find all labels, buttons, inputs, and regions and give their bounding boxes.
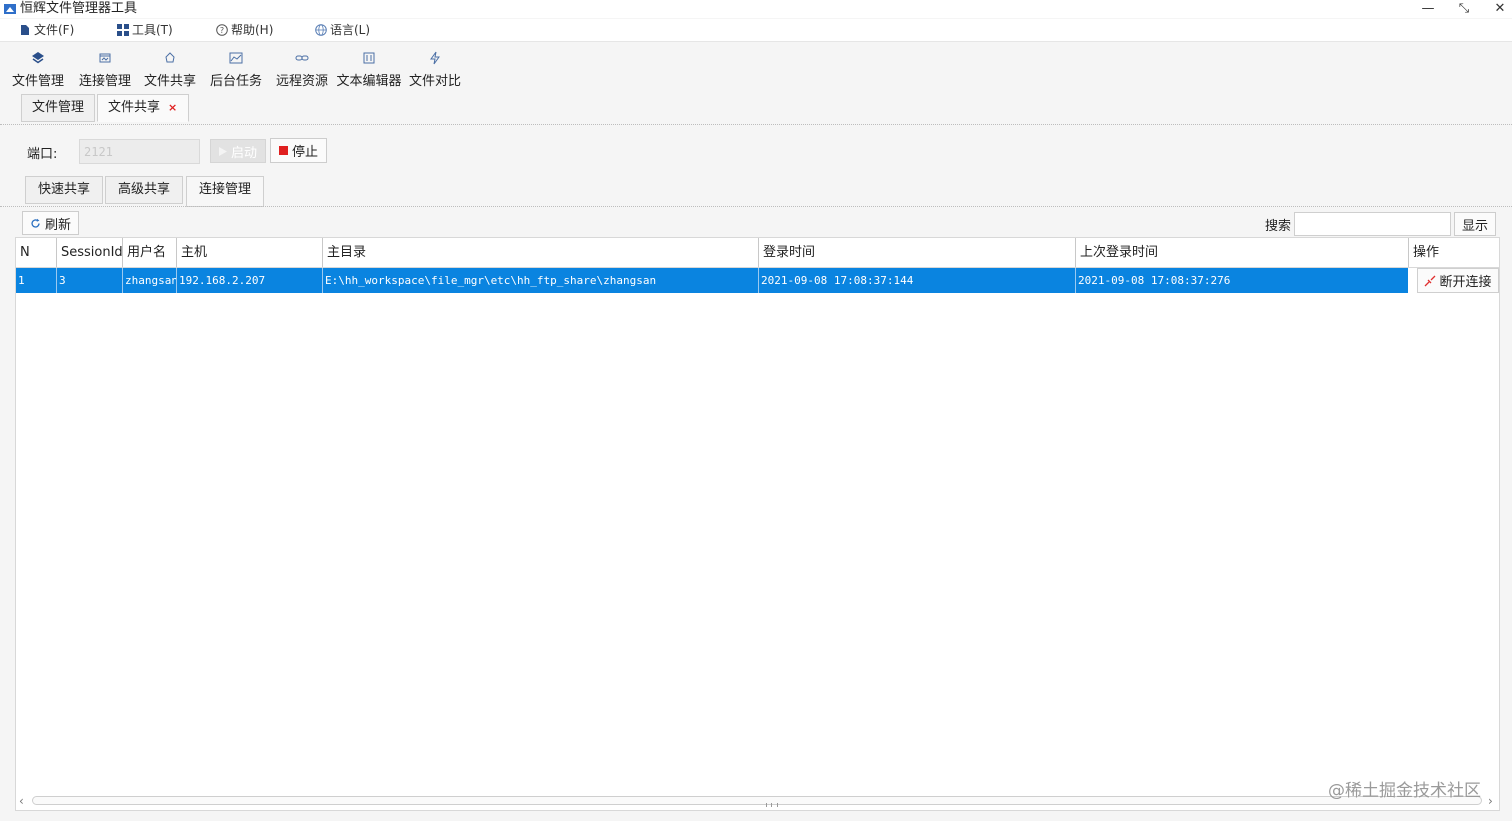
tool-file-share[interactable]: 文件共享: [143, 50, 197, 94]
column-header-host[interactable]: 主机: [176, 238, 322, 267]
tab-connection-manager[interactable]: 连接管理: [186, 176, 264, 207]
play-icon: [218, 146, 227, 156]
column-header-n[interactable]: N: [16, 238, 56, 267]
menu-file-label: 文件(F): [34, 23, 75, 37]
column-header-action[interactable]: 操作: [1408, 238, 1499, 267]
stop-icon: [278, 146, 288, 155]
restore-button[interactable]: ⤡: [1450, 0, 1478, 18]
help-icon: ?: [216, 24, 228, 36]
tool-file-manager[interactable]: 文件管理: [11, 50, 65, 94]
menu-language[interactable]: 语言(L): [315, 19, 370, 41]
chart-icon: [229, 52, 243, 64]
search-input[interactable]: [1294, 212, 1451, 236]
link-icon: [295, 55, 309, 61]
tab-advanced-share-label: 高级共享: [117, 182, 170, 197]
column-header-login-time[interactable]: 登录时间: [758, 238, 1075, 267]
scrollbar-grip-icon[interactable]: [766, 803, 778, 807]
refresh-button[interactable]: 刷新: [22, 211, 79, 235]
cell-last-login-time: 2021-09-08 17:08:37:276: [1075, 268, 1408, 293]
stop-button[interactable]: 停止: [270, 138, 327, 163]
tab-file-share[interactable]: 文件共享 ×: [97, 94, 189, 122]
disconnect-button-label: 断开连接: [1439, 275, 1492, 290]
tool-connection-manager[interactable]: 连接管理: [78, 50, 132, 94]
show-button-label: 显示: [1461, 218, 1488, 234]
start-button-label: 启动: [230, 145, 257, 161]
tool-file-compare-label: 文件对比: [408, 74, 461, 89]
tab-file-manager-label: 文件管理: [32, 100, 85, 115]
column-header-username[interactable]: 用户名: [122, 238, 176, 267]
globe-icon: [315, 24, 327, 36]
tab-file-manager[interactable]: 文件管理: [21, 94, 95, 122]
cell-n: 1: [18, 274, 25, 287]
svg-text:?: ?: [220, 26, 224, 35]
sessions-table: N SessionId 用户名 主机 主目录 登录时间 上次登录时间 操作 1 …: [15, 237, 1500, 811]
table-header: N SessionId 用户名 主机 主目录 登录时间 上次登录时间 操作: [16, 238, 1499, 268]
disconnect-icon: [1425, 275, 1436, 286]
cell-username: zhangsan: [122, 268, 176, 293]
column-header-home-dir[interactable]: 主目录: [322, 238, 758, 267]
tab-quick-share[interactable]: 快速共享: [25, 176, 103, 204]
tool-remote-resources[interactable]: 远程资源: [275, 50, 329, 94]
title-bar: 恒辉文件管理器工具 — ⤡ ✕: [0, 0, 1512, 18]
scroll-right-icon[interactable]: ›: [1488, 792, 1493, 810]
tool-file-compare[interactable]: 文件对比: [408, 50, 462, 94]
tool-remote-resources-label: 远程资源: [275, 74, 328, 89]
scroll-left-icon[interactable]: ‹: [19, 792, 24, 810]
share-icon: [165, 52, 175, 63]
cell-host: 192.168.2.207: [176, 268, 322, 293]
cell-login-time: 2021-09-08 17:08:37:144: [758, 268, 1075, 293]
menu-language-label: 语言(L): [330, 23, 371, 37]
menu-help[interactable]: ? 帮助(H): [216, 19, 273, 41]
port-input[interactable]: [79, 139, 200, 164]
menu-bar: 文件(F) 工具(T) ? 帮助(H) 语言(L): [0, 19, 1512, 42]
cell-home-dir: E:\hh_workspace\file_mgr\etc\hh_ftp_shar…: [322, 268, 758, 293]
refresh-button-label: 刷新: [44, 217, 71, 233]
cell-session-id: 3: [56, 268, 122, 293]
tab-advanced-share[interactable]: 高级共享: [105, 176, 183, 204]
tool-background-tasks-label: 后台任务: [209, 74, 262, 89]
stop-button-label: 停止: [291, 145, 318, 160]
tab-connection-manager-label: 连接管理: [198, 182, 251, 197]
tool-text-editor-label: 文本编辑器: [336, 74, 402, 89]
editor-icon: [363, 52, 375, 64]
tool-text-editor[interactable]: 文本编辑器: [335, 50, 403, 94]
tab-close-icon[interactable]: ×: [168, 101, 177, 114]
refresh-icon: [31, 218, 40, 228]
port-label: 端口:: [27, 147, 58, 162]
divider: [0, 124, 1512, 125]
minimize-button[interactable]: —: [1414, 0, 1442, 18]
tool-file-share-label: 文件共享: [143, 74, 196, 89]
tool-background-tasks[interactable]: 后台任务: [209, 50, 263, 94]
start-button[interactable]: 启动: [210, 139, 266, 163]
grid-icon: [117, 24, 129, 36]
app-logo-icon: [4, 4, 16, 14]
column-header-session-id[interactable]: SessionId: [56, 238, 122, 267]
layers-icon: [32, 52, 44, 64]
disconnect-button[interactable]: 断开连接: [1417, 268, 1499, 293]
tool-file-manager-label: 文件管理: [11, 74, 64, 89]
tab-file-share-label: 文件共享: [108, 100, 161, 115]
menu-tools-label: 工具(T): [132, 23, 173, 37]
watermark: @稀土掘金技术社区: [1328, 781, 1481, 801]
search-label: 搜索: [1265, 219, 1292, 234]
table-row[interactable]: 1 3 zhangsan 192.168.2.207 E:\hh_workspa…: [16, 268, 1408, 293]
close-button[interactable]: ✕: [1486, 0, 1512, 18]
document-tabs: 文件管理 文件共享 ×: [0, 94, 1512, 124]
menu-help-label: 帮助(H): [231, 23, 274, 37]
horizontal-scrollbar[interactable]: ‹ ›: [16, 792, 1499, 810]
tool-connection-manager-label: 连接管理: [78, 74, 131, 89]
toolbar: 文件管理 连接管理 文件共享 后台任务 远程资源 文本编辑器 文件对比: [0, 42, 1512, 94]
scrollbar-track[interactable]: [32, 796, 1482, 807]
tab-quick-share-label: 快速共享: [37, 182, 90, 197]
window-title: 恒辉文件管理器工具: [20, 1, 138, 16]
connection-icon: [99, 53, 111, 63]
column-header-last-login-time[interactable]: 上次登录时间: [1075, 238, 1408, 267]
menu-tools[interactable]: 工具(T): [117, 19, 173, 41]
menu-file[interactable]: 文件(F): [19, 19, 74, 41]
bolt-icon: [430, 51, 440, 65]
show-button[interactable]: 显示: [1454, 212, 1496, 236]
divider: [0, 206, 1512, 207]
file-icon: [21, 25, 29, 35]
